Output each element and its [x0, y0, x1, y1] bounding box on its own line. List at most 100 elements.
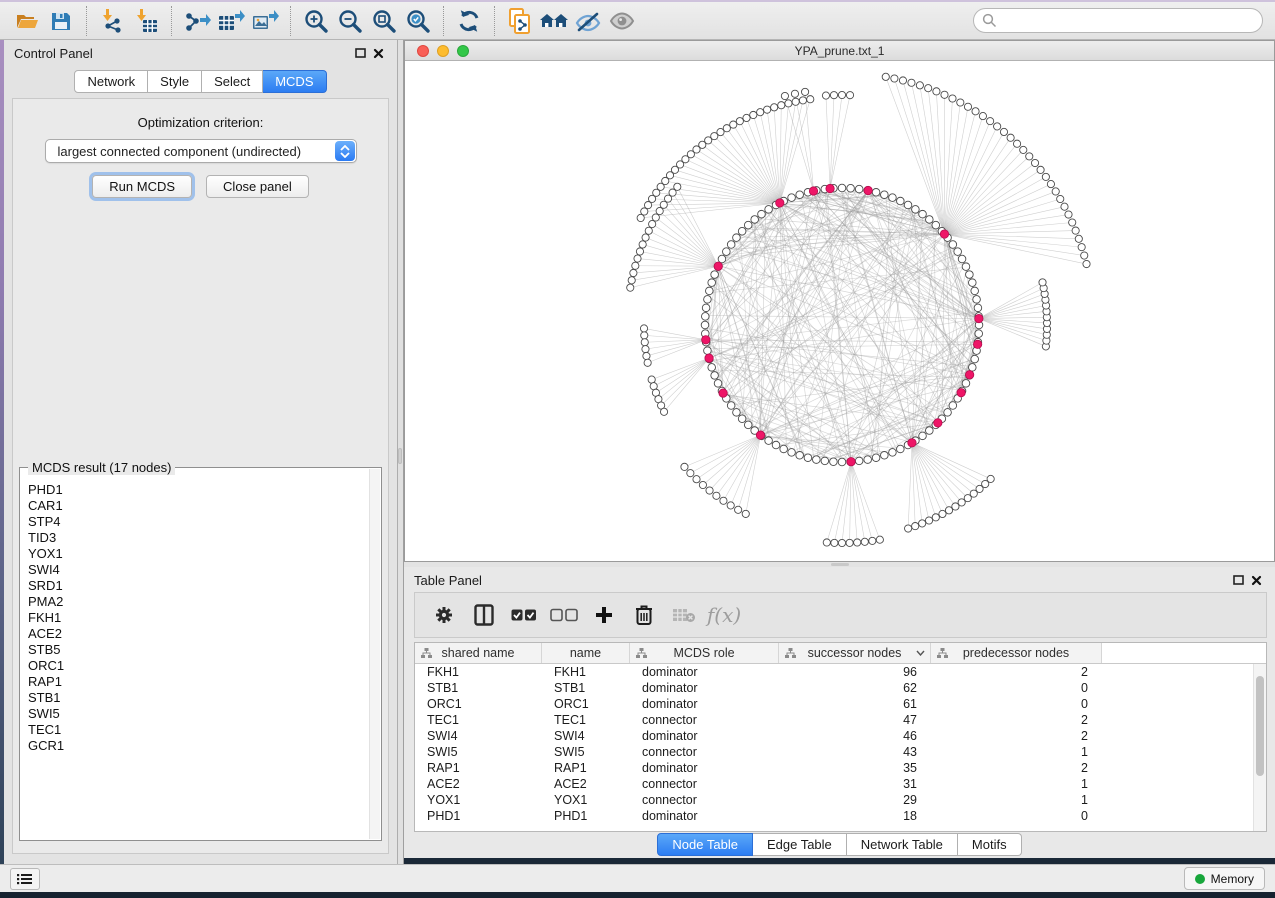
mcds-result-item[interactable]: TID3 — [28, 530, 369, 546]
network-node[interactable] — [765, 206, 773, 214]
network-node[interactable] — [738, 227, 746, 235]
network-node[interactable] — [1026, 153, 1033, 160]
network-node[interactable] — [949, 402, 957, 410]
table-row[interactable]: PHD1PHD1dominator180 — [415, 808, 1266, 824]
dominator-node[interactable] — [714, 262, 722, 270]
network-node[interactable] — [736, 118, 743, 125]
network-node[interactable] — [727, 402, 735, 410]
network-node[interactable] — [971, 287, 979, 295]
network-node[interactable] — [962, 263, 970, 271]
mcds-result-item[interactable]: CAR1 — [28, 498, 369, 514]
network-node[interactable] — [926, 216, 934, 224]
open-file-icon[interactable] — [10, 5, 44, 37]
network-node[interactable] — [872, 189, 880, 197]
select-all-icon[interactable] — [509, 598, 539, 632]
network-node[interactable] — [733, 234, 741, 242]
network-node[interactable] — [704, 296, 712, 304]
network-node[interactable] — [735, 506, 742, 513]
import-table-icon[interactable] — [129, 5, 163, 37]
network-node[interactable] — [1000, 128, 1007, 135]
network-node[interactable] — [949, 95, 956, 102]
network-node[interactable] — [881, 451, 889, 459]
dominator-node[interactable] — [973, 340, 981, 348]
network-node[interactable] — [660, 201, 667, 208]
network-node[interactable] — [799, 97, 806, 104]
mcds-result-item[interactable]: SRD1 — [28, 578, 369, 594]
network-node[interactable] — [742, 510, 749, 517]
table-row[interactable]: YOX1YOX1connector291 — [415, 792, 1266, 808]
search-input[interactable] — [1003, 13, 1262, 28]
mcds-result-item[interactable]: YOX1 — [28, 546, 369, 562]
column-header-name[interactable]: name — [542, 643, 630, 663]
window-close-button[interactable] — [417, 45, 429, 57]
network-node[interactable] — [968, 279, 976, 287]
network-node[interactable] — [855, 185, 863, 193]
network-node[interactable] — [1020, 146, 1027, 153]
network-node[interactable] — [644, 202, 651, 209]
tab-network[interactable]: Network — [74, 70, 148, 93]
column-header-shared-name[interactable]: shared name — [415, 643, 542, 663]
network-node[interactable] — [919, 520, 926, 527]
network-window-titlebar[interactable]: YPA_prune.txt_1 — [405, 41, 1274, 61]
network-node[interactable] — [781, 92, 788, 99]
network-node[interactable] — [889, 449, 897, 457]
export-image-icon[interactable] — [248, 5, 282, 37]
network-node[interactable] — [944, 409, 952, 417]
dominator-node[interactable] — [975, 314, 983, 322]
network-node[interactable] — [1078, 244, 1085, 251]
network-node[interactable] — [925, 517, 932, 524]
network-node[interactable] — [979, 112, 986, 119]
network-node[interactable] — [1042, 173, 1049, 180]
network-node[interactable] — [706, 487, 713, 494]
network-node[interactable] — [660, 408, 667, 415]
network-node[interactable] — [801, 88, 808, 95]
first-neighbors-icon[interactable] — [537, 5, 571, 37]
splitter-grip[interactable] — [398, 448, 402, 464]
network-node[interactable] — [971, 355, 979, 363]
network-node[interactable] — [876, 536, 883, 543]
network-node[interactable] — [785, 100, 792, 107]
dominator-node[interactable] — [756, 431, 764, 439]
network-node[interactable] — [641, 332, 648, 339]
network-node[interactable] — [681, 463, 688, 470]
network-node[interactable] — [701, 321, 709, 329]
network-node[interactable] — [897, 445, 905, 453]
network-node[interactable] — [974, 304, 982, 312]
deselect-all-icon[interactable] — [549, 598, 579, 632]
network-node[interactable] — [642, 346, 649, 353]
table-row[interactable]: SWI5SWI5connector431 — [415, 744, 1266, 760]
network-node[interactable] — [751, 216, 759, 224]
network-node[interactable] — [838, 539, 845, 546]
table-row[interactable]: ACE2ACE2connector311 — [415, 776, 1266, 792]
network-node[interactable] — [987, 118, 994, 125]
network-node[interactable] — [628, 277, 635, 284]
network-node[interactable] — [813, 456, 821, 464]
tab-node-table[interactable]: Node Table — [657, 833, 753, 856]
network-node[interactable] — [830, 92, 837, 99]
network-node[interactable] — [640, 325, 647, 332]
mcds-result-item[interactable]: STB1 — [28, 690, 369, 706]
clone-network-icon[interactable] — [503, 5, 537, 37]
float-panel-icon[interactable] — [1229, 572, 1247, 588]
network-node[interactable] — [899, 77, 906, 84]
network-node[interactable] — [916, 82, 923, 89]
float-panel-icon[interactable] — [351, 45, 369, 61]
network-node[interactable] — [872, 454, 880, 462]
network-node[interactable] — [975, 330, 983, 338]
column-header-predecessor-nodes[interactable]: predecessor nodes — [931, 643, 1102, 663]
network-node[interactable] — [957, 99, 964, 106]
network-node[interactable] — [644, 359, 651, 366]
mcds-result-item[interactable]: STB5 — [28, 642, 369, 658]
run-mcds-button[interactable]: Run MCDS — [92, 175, 192, 198]
network-node[interactable] — [744, 221, 752, 229]
network-node[interactable] — [764, 106, 771, 113]
network-node[interactable] — [711, 372, 719, 380]
network-node[interactable] — [1081, 252, 1088, 259]
network-node[interactable] — [1013, 140, 1020, 147]
mcds-result-item[interactable]: GCR1 — [28, 738, 369, 754]
dominator-node[interactable] — [940, 230, 948, 238]
add-column-icon[interactable] — [589, 598, 619, 632]
network-node[interactable] — [954, 248, 962, 256]
network-node[interactable] — [778, 102, 785, 109]
network-node[interactable] — [1052, 188, 1059, 195]
